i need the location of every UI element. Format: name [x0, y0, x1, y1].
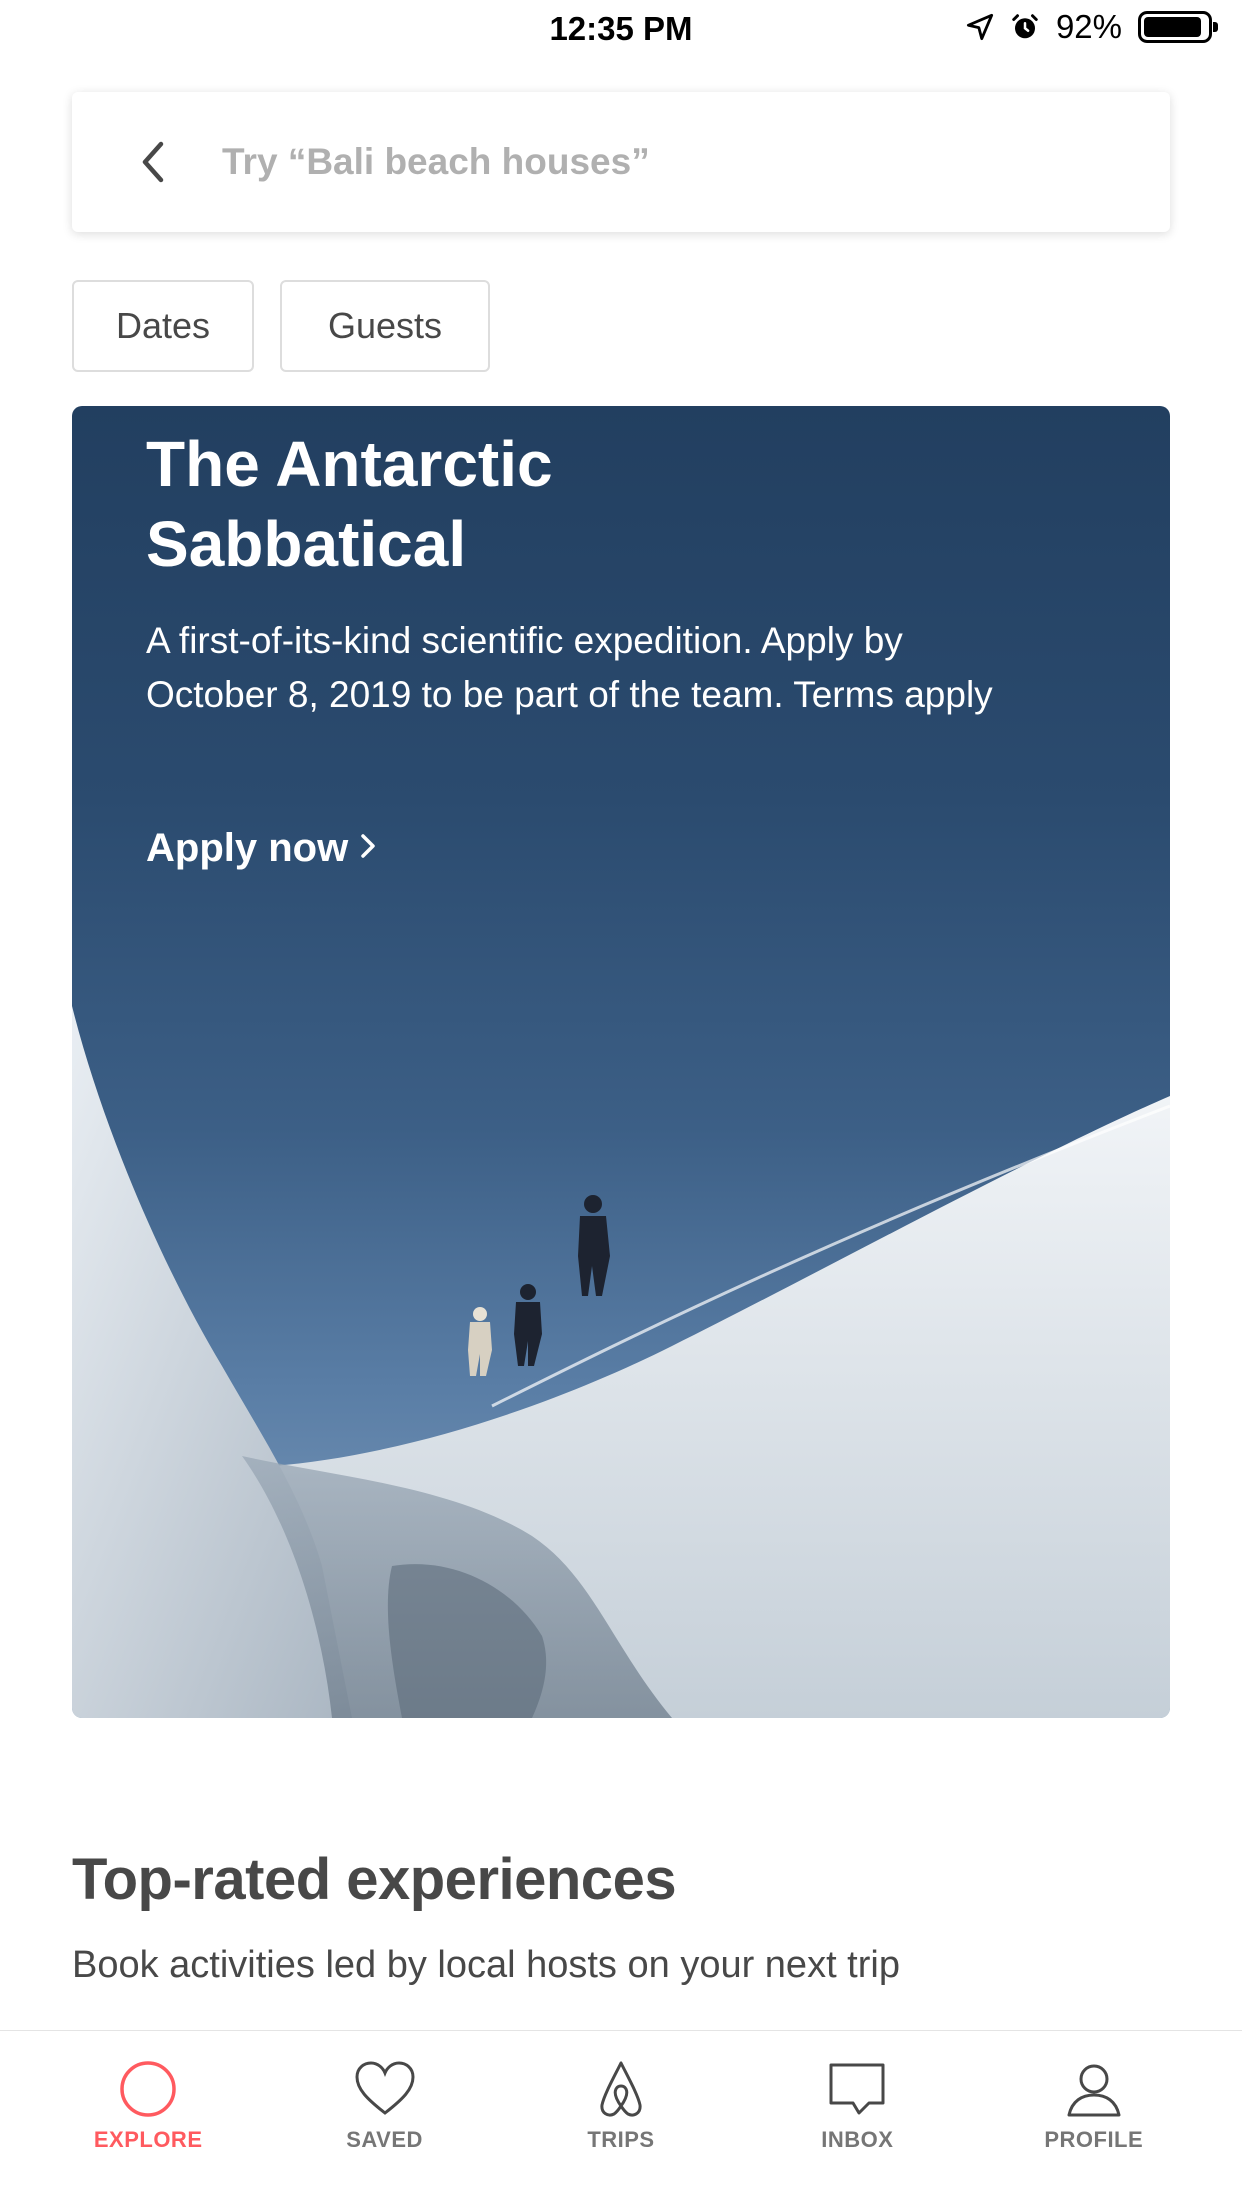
- status-icons: 92%: [966, 8, 1218, 46]
- apply-now-link[interactable]: Apply now: [146, 826, 376, 871]
- hero-image: [72, 1006, 1170, 1718]
- nav-label-explore: EXPLORE: [93, 2127, 203, 2152]
- airbnb-logo-icon: [596, 2059, 646, 2119]
- section-title: Top-rated experiences: [72, 1847, 677, 1912]
- guests-button[interactable]: Guests: [280, 280, 490, 372]
- nav-profile[interactable]: PROFILE: [994, 2059, 1194, 2153]
- hero-card[interactable]: The Antarctic Sabbatical A first-of-its-…: [72, 406, 1170, 1718]
- nav-label-saved: SAVED: [346, 2127, 423, 2152]
- nav-explore[interactable]: EXPLORE: [48, 2059, 248, 2153]
- nav-saved[interactable]: SAVED: [285, 2059, 485, 2153]
- nav-label-trips: TRIPS: [587, 2127, 655, 2152]
- search-bar: [72, 92, 1170, 232]
- search-icon: [118, 2059, 178, 2119]
- climber-figures: [468, 1195, 610, 1376]
- user-icon: [1064, 2059, 1124, 2119]
- battery-percent: 92%: [1055, 8, 1122, 45]
- nav-label-inbox: INBOX: [821, 2127, 894, 2152]
- hero-title: The Antarctic Sabbatical: [146, 428, 553, 580]
- chevron-right-icon: [360, 833, 376, 864]
- nav-label-profile: PROFILE: [1044, 2127, 1144, 2152]
- status-bar: 12:35 PM 92%: [0, 0, 1242, 60]
- location-arrow-icon: [966, 13, 994, 41]
- alarm-icon: [1010, 12, 1040, 42]
- hero-description: A first-of-its-kind scientific expeditio…: [146, 620, 993, 715]
- bottom-nav: EXPLORE SAVED TRIPS INBOX PROFILE: [0, 2030, 1242, 2208]
- search-input[interactable]: [222, 138, 1122, 186]
- heart-icon: [353, 2059, 417, 2119]
- filter-bar: Dates Guests: [72, 280, 490, 372]
- message-icon: [825, 2059, 889, 2119]
- chevron-left-icon[interactable]: [132, 134, 172, 190]
- nav-inbox[interactable]: INBOX: [757, 2059, 957, 2153]
- nav-trips[interactable]: TRIPS: [521, 2059, 721, 2153]
- section-subtitle: Book activities led by local hosts on yo…: [72, 1944, 900, 1986]
- dates-button[interactable]: Dates: [72, 280, 254, 372]
- apply-now-label: Apply now: [146, 826, 349, 870]
- battery-fill: [1144, 17, 1202, 37]
- battery-icon: [1138, 11, 1218, 43]
